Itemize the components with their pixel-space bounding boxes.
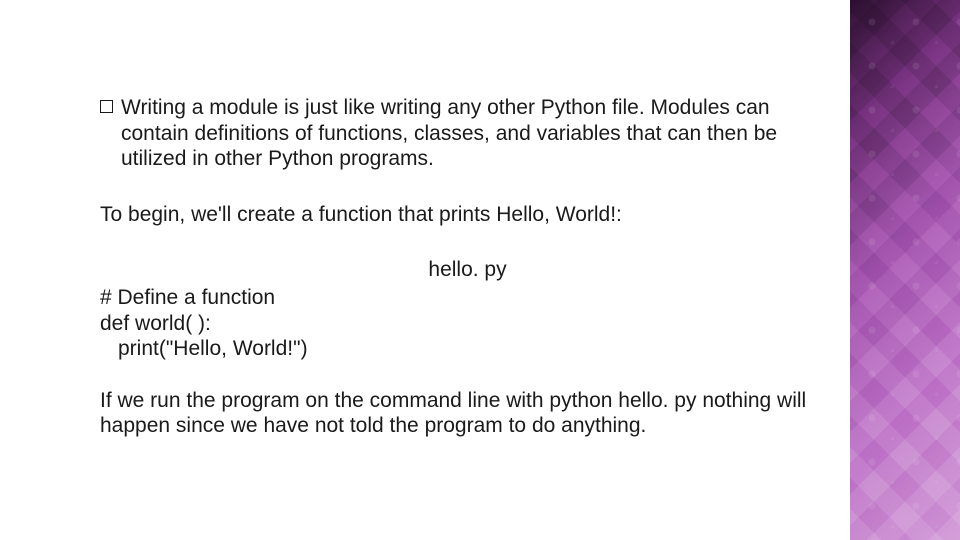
outro-paragraph: If we run the program on the command lin… (100, 388, 835, 439)
bullet-text: Writing a module is just like writing an… (121, 95, 835, 172)
bullet-item: Writing a module is just like writing an… (100, 95, 835, 172)
code-line-print: print("Hello, World!") (100, 336, 835, 362)
square-bullet-icon (100, 100, 113, 113)
slide-content: Writing a module is just like writing an… (100, 95, 835, 439)
code-filename: hello. py (100, 257, 835, 283)
code-line-comment: # Define a function (100, 285, 835, 311)
code-block: # Define a function def world( ): print(… (100, 285, 835, 362)
decorative-sidebar (850, 0, 960, 540)
slide: Writing a module is just like writing an… (0, 0, 960, 540)
intro-paragraph: To begin, we'll create a function that p… (100, 202, 835, 228)
code-line-def: def world( ): (100, 311, 835, 337)
